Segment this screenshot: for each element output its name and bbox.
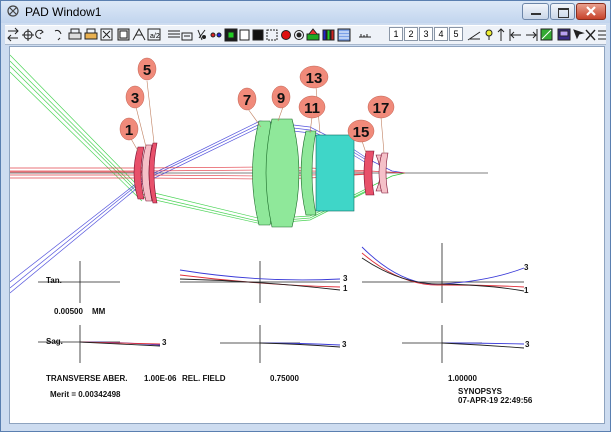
redo-icon[interactable] bbox=[54, 29, 62, 41]
tan-curve-mark-a-edge: 3 bbox=[524, 263, 529, 272]
tan-curve-mark-a-mid: 3 bbox=[343, 274, 348, 283]
lens-layout-drawing: 1 3 5 7 9 11 13 15 17 bbox=[10, 54, 525, 363]
lens-group-middle bbox=[252, 118, 355, 228]
field-value-100: 1.00000 bbox=[448, 374, 477, 383]
bulb-icon[interactable] bbox=[485, 29, 493, 40]
restore-button[interactable] bbox=[550, 3, 575, 20]
record-icon[interactable] bbox=[281, 30, 291, 40]
blank-icon[interactable] bbox=[239, 29, 250, 41]
rel-field-label: REL. FIELD bbox=[182, 374, 226, 383]
title-bar[interactable]: PAD Window1 bbox=[1, 1, 610, 23]
aberration-axes bbox=[38, 243, 524, 363]
lens-icon[interactable] bbox=[181, 32, 193, 41]
fill-icon[interactable] bbox=[252, 29, 264, 41]
frame-icon[interactable] bbox=[117, 28, 130, 41]
surface-label-11: 11 bbox=[304, 100, 320, 117]
company-label: SYNOPSYS bbox=[458, 387, 503, 396]
svg-text:a/2: a/2 bbox=[150, 33, 160, 40]
surface-label-15: 15 bbox=[353, 124, 370, 141]
field-value-075: 0.75000 bbox=[270, 374, 299, 383]
pointer-icon[interactable] bbox=[573, 29, 585, 40]
dots-icon[interactable] bbox=[210, 32, 222, 38]
transverse-aber-label: TRANSVERSE ABER. bbox=[46, 374, 128, 383]
square-icon[interactable] bbox=[224, 28, 238, 42]
surface-label-9: 9 bbox=[277, 90, 285, 107]
view-2-button[interactable]: 2 bbox=[404, 27, 418, 41]
dotted-icon[interactable] bbox=[266, 29, 278, 41]
slope-icon[interactable] bbox=[467, 31, 481, 41]
toolbar-icons: a/2 bbox=[7, 27, 606, 42]
transverse-aber-value: 1.00E-06 bbox=[144, 374, 177, 383]
view-4-button[interactable]: 4 bbox=[434, 27, 448, 41]
sag-curve-mark-edge: 3 bbox=[525, 340, 530, 349]
tan-curves-field-100 bbox=[361, 246, 525, 292]
target-icon[interactable] bbox=[22, 29, 34, 41]
scale-value: 0.00500 bbox=[54, 307, 83, 316]
scatter-icon[interactable] bbox=[197, 29, 206, 41]
tan-label: Tan. bbox=[46, 276, 62, 285]
ruler-icon[interactable] bbox=[359, 34, 371, 38]
surface-label-7: 7 bbox=[243, 92, 251, 109]
swap-icon[interactable] bbox=[7, 27, 19, 42]
app-icon bbox=[7, 5, 19, 17]
pad-window: PAD Window1 a/2 1 2 3 4 5 1 3 5 7 9 11 1… bbox=[0, 0, 611, 432]
surface-label-1: 1 bbox=[125, 122, 133, 139]
menu-lines-icon[interactable] bbox=[598, 30, 606, 40]
tan-curve-mark-b-mid: 1 bbox=[343, 284, 348, 293]
stop-icon[interactable] bbox=[294, 30, 304, 40]
close-button[interactable] bbox=[576, 3, 606, 20]
grid-icon[interactable] bbox=[168, 30, 180, 38]
right-bar-icon[interactable] bbox=[526, 29, 538, 41]
restore-icon bbox=[558, 8, 569, 18]
surface-label-17: 17 bbox=[373, 100, 390, 117]
sag-curve-mark-axis: 3 bbox=[162, 338, 167, 347]
sag-curve-mark-mid: 3 bbox=[342, 340, 347, 349]
sag-label: Sag. bbox=[46, 337, 63, 346]
drawing-canvas[interactable]: 1 3 5 7 9 11 13 15 17 Tan. Sag. 0.00500 … bbox=[9, 46, 605, 424]
bars-icon[interactable] bbox=[322, 29, 335, 41]
sag-curves bbox=[79, 341, 525, 349]
calc-icon[interactable]: a/2 bbox=[147, 28, 161, 41]
window-title: PAD Window1 bbox=[25, 5, 102, 19]
up-arrow-icon[interactable] bbox=[497, 28, 505, 41]
scale-unit: MM bbox=[92, 307, 106, 316]
close-x-icon[interactable] bbox=[585, 29, 596, 41]
color-icon[interactable] bbox=[306, 28, 320, 41]
zoom-icon[interactable] bbox=[100, 28, 113, 41]
view-3-button[interactable]: 3 bbox=[419, 27, 433, 41]
view-5-button[interactable]: 5 bbox=[449, 27, 463, 41]
minimize-icon bbox=[531, 13, 541, 15]
print-icon[interactable] bbox=[68, 28, 82, 40]
tan-curve-mark-b-edge: 1 bbox=[524, 286, 529, 295]
toolbar: a/2 1 2 3 4 5 bbox=[5, 25, 606, 45]
image-icon[interactable] bbox=[540, 28, 553, 41]
print-setup-icon[interactable] bbox=[84, 28, 98, 40]
surface-label-3: 3 bbox=[131, 90, 139, 107]
merit-value: Merit = 0.00342498 bbox=[50, 390, 121, 399]
surface-label-13: 13 bbox=[306, 70, 323, 87]
view-1-button[interactable]: 1 bbox=[389, 27, 403, 41]
timestamp-label: 07-APR-19 22:49:56 bbox=[458, 396, 533, 405]
hatch-icon[interactable] bbox=[337, 28, 351, 42]
surface-label-5: 5 bbox=[143, 62, 151, 79]
minimize-button[interactable] bbox=[522, 3, 549, 20]
lens-group-front bbox=[133, 142, 158, 204]
undo-icon[interactable] bbox=[35, 29, 44, 39]
left-bar-icon[interactable] bbox=[509, 29, 521, 41]
close-icon bbox=[586, 6, 596, 16]
monitor-icon[interactable] bbox=[557, 28, 571, 41]
split-icon[interactable] bbox=[132, 27, 146, 41]
